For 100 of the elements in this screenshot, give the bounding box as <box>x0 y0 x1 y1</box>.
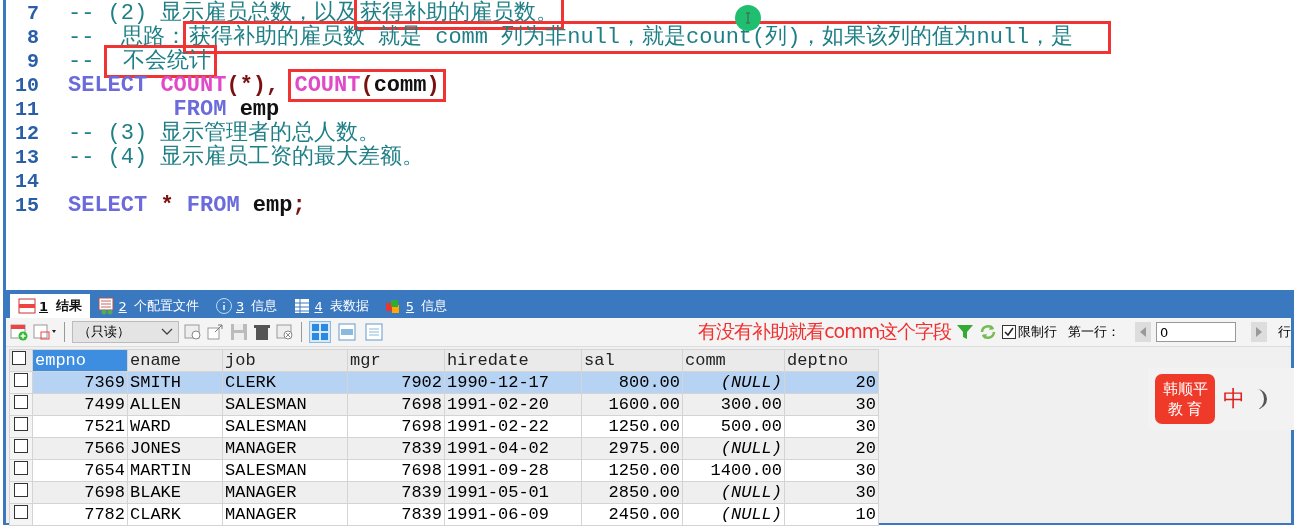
table-cell: 7782 <box>32 503 128 526</box>
line-number: 15 <box>14 194 39 218</box>
right-arrow-icon <box>1256 327 1263 337</box>
view-mode-button[interactable] <box>309 321 332 343</box>
table-row[interactable]: 7369 SMITH CLERK 7902 1990-12-17 800.00 (NULL) 20 <box>9 371 879 394</box>
code-token: FROM <box>186 193 241 218</box>
result-tab[interactable]: 1 结果 <box>10 294 90 318</box>
code-token: FROM <box>173 97 227 122</box>
column-header[interactable]: hiredate <box>444 349 582 372</box>
select-all-checkbox[interactable] <box>12 351 26 365</box>
table-cell: 2450.00 <box>581 503 683 526</box>
table-cell: MANAGER <box>222 503 348 526</box>
table-cell: 1991-02-22 <box>444 415 582 438</box>
tab-icon <box>97 297 116 315</box>
table-cell: 30 <box>784 481 879 504</box>
code-token: (*), <box>226 73 281 98</box>
filter-icon[interactable] <box>956 323 975 341</box>
table-row[interactable]: 7782 CLARK MANAGER 7839 1991-06-09 2450.00 (NULL) 10 <box>9 503 879 526</box>
table-cell: 20 <box>784 437 879 460</box>
column-header[interactable]: comm <box>682 349 785 372</box>
rows-label: 行 <box>1277 323 1291 341</box>
table-cell: 7839 <box>347 437 445 460</box>
code-token: COUNT <box>294 73 361 98</box>
table-cell: WARD <box>127 415 223 438</box>
table-cell: 7369 <box>32 371 128 394</box>
table-cell: SALESMAN <box>222 459 348 482</box>
code-token: SELECT <box>68 73 149 98</box>
table-cell: 7654 <box>32 459 128 482</box>
code-token: * <box>160 193 175 218</box>
export-icon[interactable] <box>207 323 226 341</box>
row-checkbox[interactable] <box>14 439 28 453</box>
refresh-icon[interactable] <box>979 323 998 341</box>
table-cell: 1400.00 <box>682 459 785 482</box>
table-cell: 30 <box>784 459 879 482</box>
tab-icon <box>215 297 233 315</box>
row-checkbox[interactable] <box>14 505 28 519</box>
result-tab[interactable]: 4 表数据 <box>285 294 377 318</box>
previous-button[interactable] <box>1135 322 1152 342</box>
table-row[interactable]: 7654 MARTIN SALESMAN 7698 1991-09-28 1250.00 1400.00 30 <box>9 459 879 482</box>
code-token: ) <box>426 73 440 98</box>
chevron-icon <box>161 328 174 336</box>
table-cell: 1991-02-20 <box>444 393 582 416</box>
table-cell: 1991-09-28 <box>444 459 582 482</box>
table-cell: 7566 <box>32 437 128 460</box>
table-cell: (NULL) <box>682 437 785 460</box>
column-header[interactable]: ename <box>127 349 223 372</box>
row-checkbox[interactable] <box>14 461 28 475</box>
next-button[interactable] <box>1251 322 1267 342</box>
code-comment: -- (4) 显示雇员工资的最大差额。 <box>68 145 425 170</box>
column-header[interactable]: mgr <box>347 349 445 372</box>
left-arrow-icon <box>1140 327 1147 337</box>
table-cell: (NULL) <box>682 481 785 504</box>
row-checkbox[interactable] <box>14 373 28 387</box>
trash-icon[interactable] <box>253 323 272 341</box>
view-mode-button[interactable] <box>336 321 359 343</box>
result-tab[interactable]: 2 个配置文件 <box>89 294 207 318</box>
line-number: 7 <box>26 2 39 26</box>
table-cell: 1250.00 <box>581 459 683 482</box>
row-checkbox[interactable] <box>14 417 28 431</box>
view-icon <box>311 323 330 341</box>
table-cell: 1991-06-09 <box>444 503 582 526</box>
limit-rows-checkbox[interactable]: 限制行 <box>1002 323 1058 341</box>
table-cell: 2850.00 <box>581 481 683 504</box>
code-token: emp <box>252 193 293 218</box>
ime-mode[interactable]: 中 <box>1223 384 1245 414</box>
table-row[interactable]: 7566 JONES MANAGER 7839 1991-04-02 2975.00 (NULL) 20 <box>9 437 879 460</box>
table-cell: (NULL) <box>682 503 785 526</box>
code-token: ; <box>292 193 306 218</box>
table-delete-icon[interactable] <box>276 323 295 341</box>
table-cell: 7698 <box>32 481 128 504</box>
column-header[interactable]: job <box>222 349 348 372</box>
add-row-icon[interactable] <box>10 323 28 341</box>
table-row[interactable]: 7521 WARD SALESMAN 7698 1991-02-22 1250.00 500.00 30 <box>9 415 879 438</box>
table-cell: 1990-12-17 <box>444 371 582 394</box>
table-cell: 7839 <box>347 503 445 526</box>
table-cell: 7698 <box>347 459 445 482</box>
code-token: SELECT <box>68 193 149 218</box>
table-row[interactable]: 7499 ALLEN SALESMAN 7698 1991-02-20 1600.00 300.00 30 <box>9 393 879 416</box>
column-header[interactable]: deptno <box>784 349 879 372</box>
result-tab[interactable]: 5 信息 <box>376 294 456 318</box>
view-icon <box>338 323 357 341</box>
mode-select[interactable]: （只读） <box>72 321 180 343</box>
table-cell: 500.00 <box>682 415 785 438</box>
table-cell: 1991-04-02 <box>444 437 582 460</box>
table-row[interactable]: 7698 BLAKE MANAGER 7839 1991-05-01 2850.00 (NULL) 30 <box>9 481 879 504</box>
table-cell: MANAGER <box>222 481 348 504</box>
logo-text: 韩顺平 <box>1162 379 1208 399</box>
result-tab[interactable]: 3 信息 <box>207 294 286 318</box>
table-cell: MANAGER <box>222 437 348 460</box>
column-header[interactable]: sal <box>581 349 683 372</box>
line-number: 12 <box>14 122 39 146</box>
table-cell: BLAKE <box>127 481 223 504</box>
first-row-field[interactable]: 0 <box>1156 322 1237 342</box>
table-cell: 7698 <box>347 393 445 416</box>
row-checkbox[interactable] <box>14 395 28 409</box>
table-cell: 7902 <box>347 371 445 394</box>
table-cell: 30 <box>784 415 879 438</box>
row-checkbox[interactable] <box>14 483 28 497</box>
logo-text: 教 育 <box>1167 399 1203 419</box>
table-cell: SMITH <box>127 371 223 394</box>
